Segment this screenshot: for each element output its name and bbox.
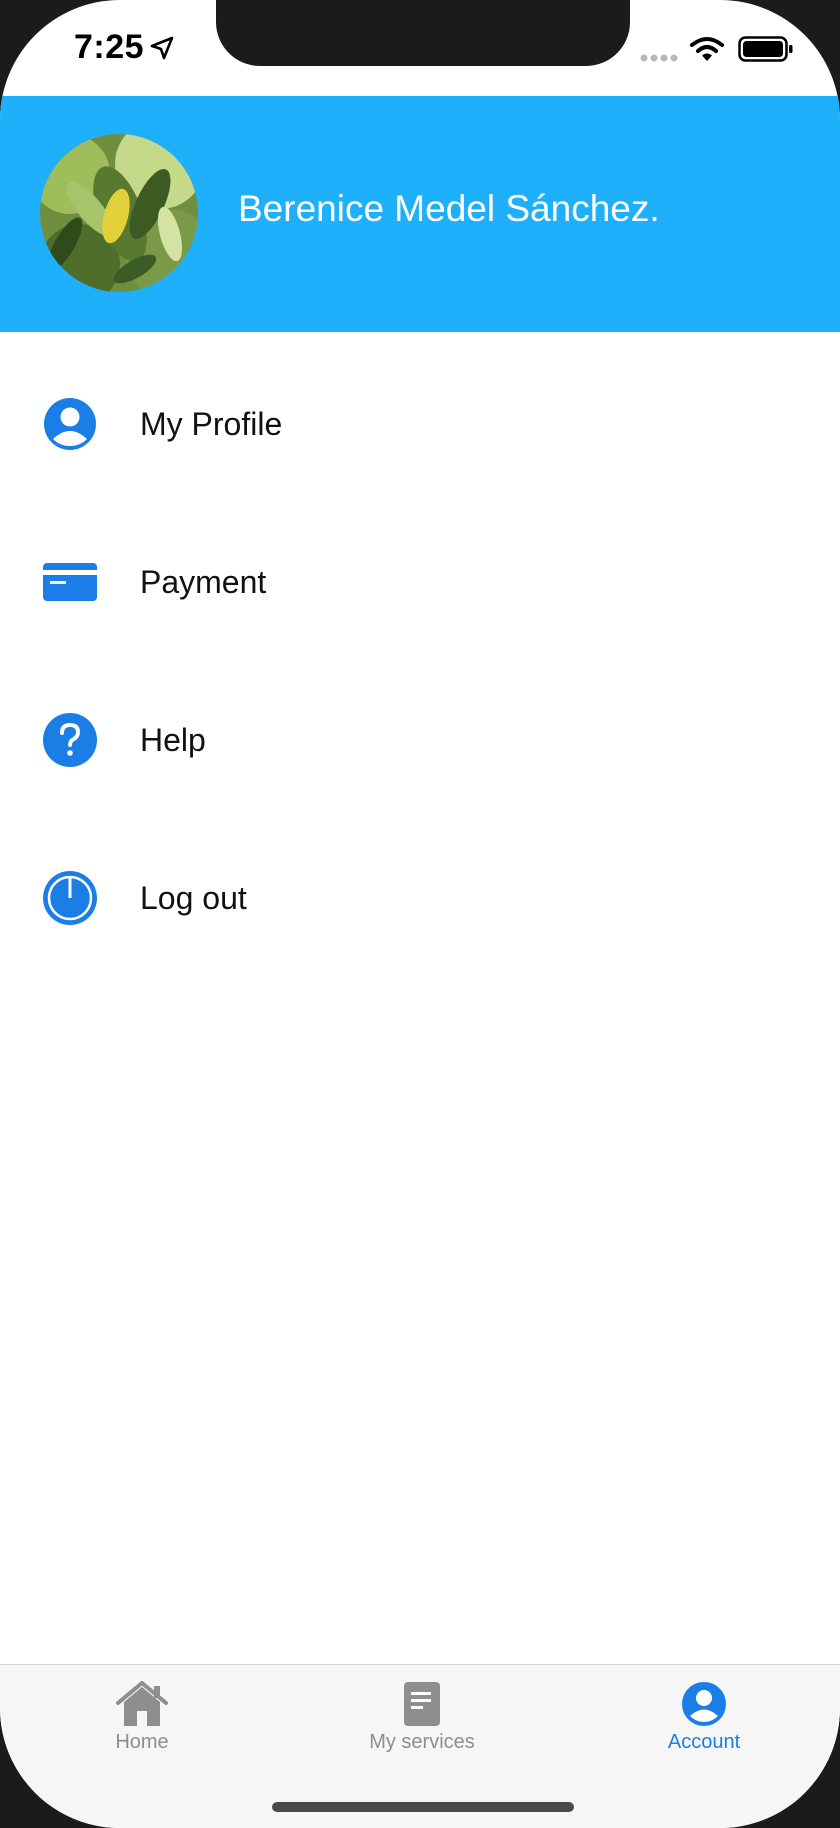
credit-card-icon: [43, 563, 97, 601]
phone-screen: 7:25 Berenice Medel Sánchez. My Profile …: [0, 0, 840, 1828]
menu-item-help[interactable]: Help: [0, 680, 840, 800]
power-icon: [43, 871, 97, 925]
menu-item-payment[interactable]: Payment: [0, 522, 840, 642]
help-icon: [43, 713, 97, 767]
location-arrow-icon: [150, 36, 174, 60]
tab-account[interactable]: Account: [604, 1681, 804, 1781]
status-time: 7:25: [74, 28, 145, 66]
avatar-photo: [40, 134, 198, 292]
battery-icon: [738, 36, 793, 62]
menu-item-my-profile[interactable]: My Profile: [0, 364, 840, 484]
tab-label: Account: [667, 1731, 741, 1753]
menu-item-label: Log out: [140, 879, 247, 916]
profile-header: Berenice Medel Sánchez.: [0, 96, 840, 332]
document-icon: [404, 1682, 440, 1726]
menu-item-log-out[interactable]: Log out: [0, 838, 840, 958]
tab-home[interactable]: Home: [42, 1681, 242, 1781]
menu-item-label: Help: [140, 721, 206, 758]
tab-label: My services: [369, 1731, 475, 1753]
avatar[interactable]: [40, 134, 198, 292]
profile-icon: [44, 398, 96, 450]
user-name: Berenice Medel Sánchez.: [238, 188, 660, 229]
device-notch: [216, 0, 630, 66]
menu-item-label: My Profile: [140, 405, 283, 442]
account-icon: [682, 1682, 726, 1726]
menu-item-label: Payment: [140, 563, 267, 600]
signal-icon: [640, 54, 678, 62]
tab-label: Home: [115, 1731, 169, 1753]
tab-my-services[interactable]: My services: [322, 1681, 522, 1781]
home-indicator: [272, 1802, 574, 1812]
home-icon: [116, 1681, 168, 1726]
wifi-icon: [690, 37, 724, 61]
